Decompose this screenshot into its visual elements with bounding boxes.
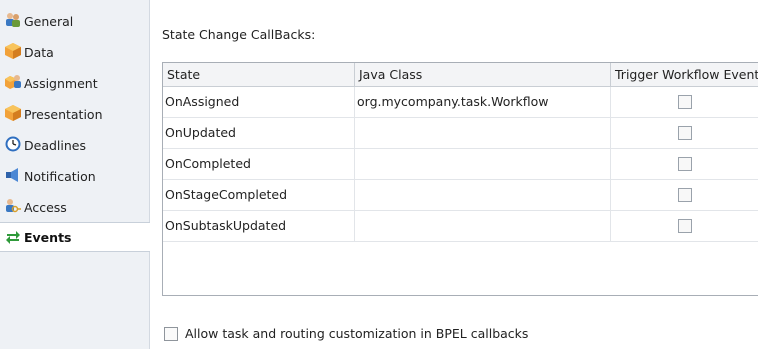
table-row[interactable]: OnSubtaskUpdated [163, 211, 758, 242]
allow-customization-label: Allow task and routing customization in … [185, 326, 529, 341]
key-people-icon [4, 197, 22, 215]
table-row[interactable]: OnStageCompleted [163, 180, 758, 211]
java-class-cell[interactable] [355, 118, 611, 148]
section-title: State Change CallBacks: [162, 27, 316, 42]
state-cell: OnAssigned [163, 87, 355, 117]
java-class-cell[interactable] [355, 211, 611, 241]
assignment-icon [4, 73, 22, 91]
sidebar-item-events[interactable]: Events [0, 222, 150, 252]
java-class-cell[interactable] [355, 149, 611, 179]
sidebar-item-deadlines[interactable]: Deadlines [0, 130, 150, 160]
cube-icon [4, 104, 22, 122]
customization-option[interactable]: Allow task and routing customization in … [164, 326, 528, 341]
sidebar-item-general[interactable]: General [0, 6, 150, 36]
trigger-checkbox[interactable] [678, 219, 692, 233]
sidebar-item-label: Events [24, 229, 72, 245]
sidebar-item-data[interactable]: Data [0, 37, 150, 67]
java-class-cell[interactable] [355, 180, 611, 210]
trigger-checkbox[interactable] [678, 95, 692, 109]
state-cell: OnStageCompleted [163, 180, 355, 210]
column-header-trigger-workflow-event[interactable]: Trigger Workflow Event [611, 63, 758, 87]
state-cell: OnUpdated [163, 118, 355, 148]
sidebar-item-label: Data [24, 44, 54, 60]
allow-customization-checkbox[interactable] [164, 326, 178, 341]
state-cell: OnSubtaskUpdated [163, 211, 355, 241]
java-class-cell[interactable]: org.mycompany.task.Workflow [355, 87, 611, 117]
trigger-checkbox[interactable] [678, 126, 692, 140]
cube-icon [4, 42, 22, 60]
sidebar-item-label: General [24, 13, 74, 29]
callbacks-table: State Java Class Trigger Workflow Event … [162, 62, 758, 296]
sidebar-item-label: Notification [24, 168, 96, 184]
people-icon [4, 11, 22, 29]
sidebar-item-label: Assignment [24, 75, 98, 91]
table-row[interactable]: OnUpdated [163, 118, 758, 149]
column-header-java-class[interactable]: Java Class [355, 63, 611, 87]
notification-icon [4, 166, 22, 184]
column-header-state[interactable]: State [163, 63, 355, 87]
clock-icon [4, 135, 22, 153]
table-row[interactable]: OnCompleted [163, 149, 758, 180]
sidebar-item-label: Access [24, 199, 67, 215]
events-arrows-icon [4, 228, 22, 246]
trigger-checkbox[interactable] [678, 157, 692, 171]
sidebar-item-access[interactable]: Access [0, 192, 150, 222]
sidebar-item-presentation[interactable]: Presentation [0, 99, 150, 129]
sidebar-item-assignment[interactable]: Assignment [0, 68, 150, 98]
sidebar-item-notification[interactable]: Notification [0, 161, 150, 191]
table-row[interactable]: OnAssigned org.mycompany.task.Workflow [163, 87, 758, 118]
state-cell: OnCompleted [163, 149, 355, 179]
sidebar-item-label: Presentation [24, 106, 103, 122]
sidebar-item-label: Deadlines [24, 137, 86, 153]
trigger-checkbox[interactable] [678, 188, 692, 202]
sidebar: General Data Assignment Presentation Dea… [0, 0, 150, 349]
